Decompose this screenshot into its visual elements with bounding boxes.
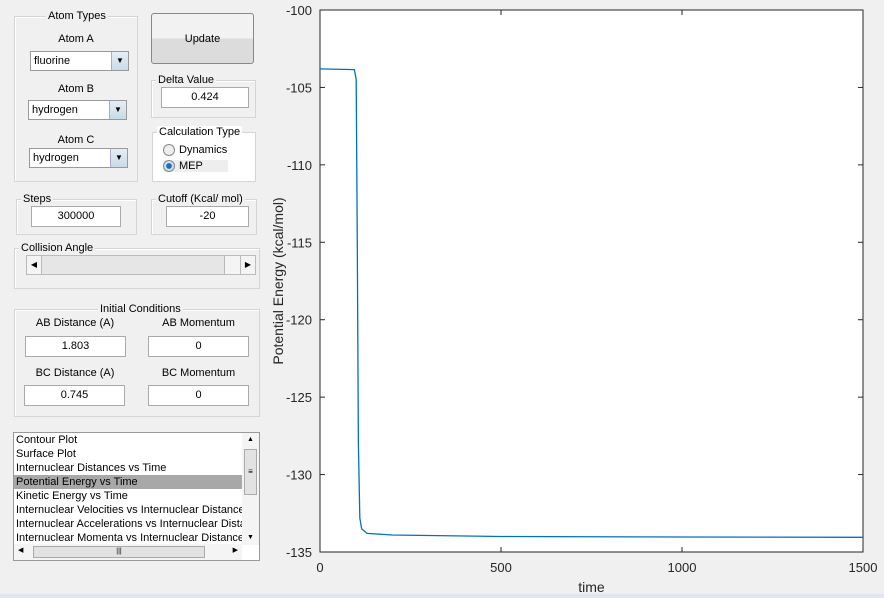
y-tick-label: -120 xyxy=(286,313,312,328)
y-tick-label: -125 xyxy=(286,390,312,405)
y-tick-label: -105 xyxy=(286,80,312,95)
y-tick-label: -130 xyxy=(286,468,312,483)
x-tick-label: 0 xyxy=(316,560,323,575)
y-tick-label: -115 xyxy=(287,235,312,250)
y-tick-label: -100 xyxy=(286,3,312,18)
potential-energy-chart: 0 500 1000 1500 -100 -105 -110 -115 -120 -125 -130… xyxy=(270,3,878,595)
x-axis-label: time xyxy=(578,579,605,595)
y-axis-label: Potential Energy (kcal/mol) xyxy=(270,197,286,364)
y-tick-label: -135 xyxy=(286,545,312,560)
x-tick-label: 500 xyxy=(490,560,512,575)
plot-area xyxy=(319,9,864,553)
y-tick-label: -110 xyxy=(287,158,312,173)
x-tick-label: 1000 xyxy=(668,560,697,575)
x-tick-label: 1500 xyxy=(849,560,878,575)
